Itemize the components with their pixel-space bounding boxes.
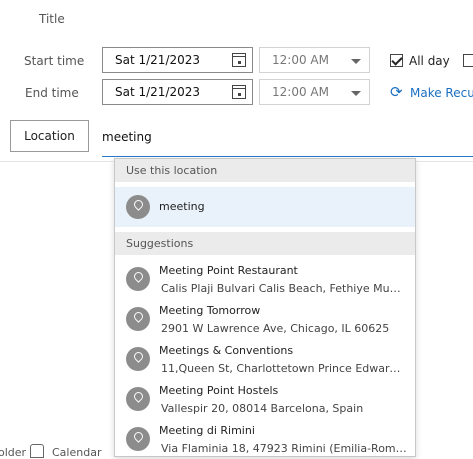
location-pin-icon: [126, 347, 150, 371]
suggestion-name: Meeting Point Hostels: [159, 384, 279, 397]
suggestion-address: 11,Queen St, Charlottetown Prince Edward…: [161, 362, 407, 375]
all-day-checkbox[interactable]: [390, 54, 403, 67]
end-time-value: 12:00 AM: [272, 85, 329, 99]
location-pin-icon: [126, 307, 150, 331]
chevron-down-icon: [351, 91, 361, 96]
calendar-icon[interactable]: [232, 53, 246, 67]
title-label: Title: [39, 12, 65, 26]
suggestion-name: Meeting Point Restaurant: [159, 264, 298, 277]
start-date-field[interactable]: Sat 1/21/2023: [102, 47, 253, 73]
suggestion-address: Calis Plaji Bulvari Calis Beach, Fethiye…: [161, 282, 407, 295]
chevron-down-icon: [351, 59, 361, 64]
suggestion-item[interactable]: Meeting Tomorrow 2901 W Lawrence Ave, Ch…: [115, 300, 415, 340]
all-day-label: All day: [409, 54, 450, 68]
use-location-text: meeting: [159, 200, 205, 213]
end-date-field[interactable]: Sat 1/21/2023: [102, 79, 253, 105]
private-checkbox[interactable]: [463, 54, 473, 67]
suggestion-address: Vallespir 20, 08014 Barcelona, Spain: [161, 402, 364, 415]
suggestion-name: Meetings & Conventions: [159, 344, 294, 357]
start-time-value: 12:00 AM: [272, 53, 329, 67]
calendar-icon[interactable]: [232, 85, 246, 99]
folder-label[interactable]: older: [0, 446, 26, 459]
end-time-dropdown[interactable]: 12:00 AM: [259, 79, 370, 105]
start-time-label: Start time: [24, 54, 85, 68]
suggestion-item[interactable]: Meeting di Rimini Via Flaminia 18, 47923…: [115, 420, 415, 456]
suggestion-name: Meeting di Rimini: [159, 424, 255, 437]
start-time-dropdown[interactable]: 12:00 AM: [259, 47, 370, 73]
calendar-bell-icon: [30, 444, 44, 458]
suggestion-item[interactable]: Meeting Point Restaurant Calis Plaji Bul…: [115, 260, 415, 300]
location-button[interactable]: Location: [10, 120, 89, 152]
suggestion-item[interactable]: Meeting Point Hostels Vallespir 20, 0801…: [115, 380, 415, 420]
suggestion-item[interactable]: Meetings & Conventions 11,Queen St, Char…: [115, 340, 415, 380]
suggestion-name: Meeting Tomorrow: [159, 304, 261, 317]
start-date-value: Sat 1/21/2023: [115, 53, 201, 67]
suggestion-address: Via Flaminia 18, 47923 Rimini (Emilia-Ro…: [161, 442, 407, 455]
location-input[interactable]: meeting: [102, 123, 473, 157]
location-pin-icon: [126, 387, 150, 411]
make-recurring-link[interactable]: Make Recur: [410, 86, 473, 100]
location-input-value: meeting: [102, 130, 152, 144]
end-date-value: Sat 1/21/2023: [115, 85, 201, 99]
location-suggestions-dropdown: Use this location meeting Suggestions Me…: [114, 158, 416, 457]
location-pin-icon: [126, 267, 150, 291]
suggestions-header: Suggestions: [115, 232, 415, 255]
use-location-header: Use this location: [115, 159, 415, 182]
end-time-label: End time: [25, 86, 79, 100]
calendar-label[interactable]: Calendar: [52, 446, 101, 459]
suggestion-address: 2901 W Lawrence Ave, Chicago, IL 60625: [161, 322, 390, 335]
use-location-item[interactable]: meeting: [115, 187, 415, 227]
location-pin-icon: [126, 195, 150, 219]
location-pin-icon: [126, 427, 150, 451]
recurrence-icon[interactable]: ⟳: [390, 84, 403, 100]
